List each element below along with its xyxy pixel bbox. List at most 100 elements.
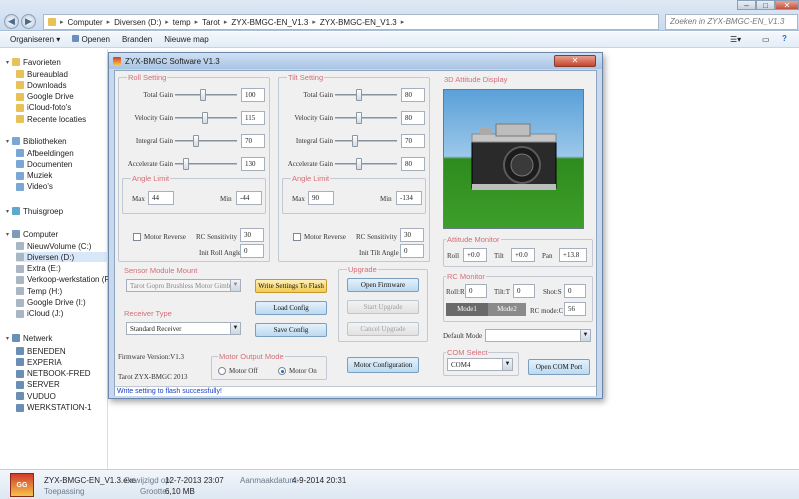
nav-libraries[interactable]: ▾ Bibliotheken (6, 136, 67, 146)
roll-motor-reverse-checkbox[interactable] (133, 233, 141, 241)
maximize-icon[interactable]: □ (756, 0, 775, 10)
breadcrumb-temp[interactable]: temp (173, 18, 191, 27)
nav-drive-3[interactable]: Verkoop-werkstation (F:) (16, 275, 114, 285)
roll-min-input[interactable]: -44 (236, 191, 262, 205)
breadcrumb-drive[interactable]: Diversen (D:) (114, 18, 161, 27)
tilt-init-angle-input[interactable]: 0 (400, 244, 424, 258)
minimize-icon[interactable]: – (737, 0, 756, 10)
tilt-rc-sensitivity-input[interactable]: 30 (400, 228, 424, 242)
view-options-icon[interactable]: ☰▾ (730, 35, 741, 44)
preview-pane-icon[interactable]: ▭ (762, 35, 770, 44)
new-folder-button[interactable]: Nieuwe map (164, 35, 208, 44)
open-firmware-button[interactable]: Open Firmware (347, 278, 419, 292)
organize-button[interactable]: Organiseren ▾ (10, 35, 60, 44)
roll-gain-slider-0[interactable] (175, 88, 237, 102)
tilt-gain-input-1[interactable]: 80 (401, 111, 425, 125)
nav-network-1[interactable]: EXPERIA (16, 357, 62, 367)
roll-gain-input-2[interactable]: 70 (241, 134, 265, 148)
open-com-port-button[interactable]: Open COM Port (528, 359, 590, 375)
slider-thumb[interactable] (351, 135, 358, 147)
nav-drive-6[interactable]: iCloud (J:) (16, 309, 63, 319)
breadcrumb-computer[interactable]: Computer (68, 18, 103, 27)
slider-thumb[interactable] (356, 158, 363, 170)
search-input[interactable]: Zoeken in ZYX-BMGC-EN_V1.3 (665, 14, 798, 30)
nav-drive-5[interactable]: Google Drive (I:) (16, 298, 86, 308)
motor-off-radio[interactable] (218, 367, 226, 375)
tilt-min-input[interactable]: -134 (396, 191, 422, 205)
nav-library-2[interactable]: Muziek (16, 171, 52, 181)
nav-favorite-4[interactable]: Recente locaties (16, 114, 86, 124)
slider-thumb[interactable] (183, 158, 190, 170)
app-status-message: Write setting to flash successfully! (115, 386, 596, 396)
default-mode-select[interactable]: ▼ (485, 329, 591, 342)
nav-drive-4[interactable]: Temp (H:) (16, 286, 62, 296)
slider-thumb[interactable] (356, 89, 363, 101)
roll-gain-slider-2[interactable] (175, 134, 237, 148)
motor-on-radio[interactable] (278, 367, 286, 375)
nav-library-0[interactable]: Afbeeldingen (16, 148, 74, 158)
slider-thumb[interactable] (192, 135, 199, 147)
roll-gain-slider-1[interactable] (175, 111, 237, 125)
nav-network-3[interactable]: SERVER (16, 380, 60, 390)
roll-gain-input-3[interactable]: 130 (241, 157, 265, 171)
nav-favorites-label: Favorieten (23, 57, 61, 67)
breadcrumb-tarot[interactable]: Tarot (202, 18, 220, 27)
cancel-upgrade-button[interactable]: Cancel Upgrade (347, 322, 419, 336)
nav-network[interactable]: ▾ Netwerk (6, 333, 52, 343)
nav-drive-1[interactable]: Diversen (D:) (16, 252, 108, 263)
roll-rc-sensitivity-input[interactable]: 30 (240, 228, 264, 242)
load-config-button[interactable]: Load Config (255, 301, 327, 315)
nav-drive-2[interactable]: Extra (E:) (16, 264, 61, 274)
back-icon[interactable]: ◀ (4, 14, 19, 29)
tilt-rc-sensitivity-label: RC Sensitivity (356, 233, 398, 241)
tilt-gain-slider-2[interactable] (335, 134, 397, 148)
start-upgrade-button[interactable]: Start Upgrade (347, 300, 419, 314)
tilt-gain-slider-0[interactable] (335, 88, 397, 102)
save-config-button[interactable]: Save Config (255, 323, 327, 337)
nav-network-2[interactable]: NETBOOK-FRED (16, 369, 91, 379)
motor-configuration-button[interactable]: Motor Configuration (347, 357, 419, 373)
slider-thumb[interactable] (356, 112, 363, 124)
slider-thumb[interactable] (200, 89, 207, 101)
roll-init-angle-input[interactable]: 0 (240, 244, 264, 258)
write-settings-button[interactable]: Write Settings To Flash (255, 279, 327, 293)
nav-computer[interactable]: ▾ Computer (6, 229, 58, 239)
breadcrumb-folder-1[interactable]: ZYX-BMGC-EN_V1.3 (231, 18, 308, 27)
nav-library-1[interactable]: Documenten (16, 159, 72, 169)
roll-max-input[interactable]: 44 (148, 191, 174, 205)
tilt-gain-input-0[interactable]: 80 (401, 88, 425, 102)
forward-icon[interactable]: ▶ (21, 14, 36, 29)
roll-gain-input-0[interactable]: 100 (241, 88, 265, 102)
help-icon[interactable]: ? (782, 34, 787, 43)
nav-drive-0[interactable]: NieuwVolume (C:) (16, 241, 91, 251)
breadcrumb-folder-2[interactable]: ZYX-BMGC-EN_V1.3 (320, 18, 397, 27)
nav-network-5[interactable]: WERKSTATION-1 (16, 403, 92, 413)
burn-button[interactable]: Branden (122, 35, 152, 44)
open-button[interactable]: Openen (72, 35, 110, 44)
roll-gain-input-1[interactable]: 115 (241, 111, 265, 125)
nav-network-4[interactable]: VUDUO (16, 391, 56, 401)
nav-favorite-1[interactable]: Downloads (16, 80, 67, 90)
tilt-gain-input-2[interactable]: 70 (401, 134, 425, 148)
nav-library-3[interactable]: Video's (16, 182, 53, 192)
tilt-gain-slider-3[interactable] (335, 157, 397, 171)
slider-thumb[interactable] (201, 112, 208, 124)
roll-gain-slider-3[interactable] (175, 157, 237, 171)
tilt-max-input[interactable]: 90 (308, 191, 334, 205)
rc-shot-label: Shot:S (543, 288, 562, 296)
app-close-icon[interactable]: ✕ (554, 55, 596, 67)
receiver-type-select[interactable]: Standard Receiver ▼ (126, 322, 241, 335)
nav-homegroup[interactable]: ▾ Thuisgroep (6, 206, 63, 216)
nav-favorites[interactable]: ▾ Favorieten (6, 57, 61, 67)
nav-favorite-2[interactable]: Google Drive (16, 92, 74, 102)
sensor-mount-select[interactable]: Tarot Gopro Brushless Motor Gimbal ▼ (126, 279, 241, 292)
nav-network-0[interactable]: BENEDEN (16, 346, 66, 356)
tilt-gain-slider-1[interactable] (335, 111, 397, 125)
com-port-select[interactable]: COM4 ▼ (447, 358, 513, 371)
tilt-gain-input-3[interactable]: 80 (401, 157, 425, 171)
nav-favorite-0[interactable]: Bureaublad (16, 69, 68, 79)
nav-favorite-3[interactable]: iCloud-foto's (16, 103, 71, 113)
tilt-motor-reverse-checkbox[interactable] (293, 233, 301, 241)
close-icon[interactable]: ✕ (775, 0, 799, 10)
address-breadcrumb[interactable]: ▸ Computer ▸ Diversen (D:) ▸ temp ▸ Tarot ▸ Z… (43, 14, 659, 30)
